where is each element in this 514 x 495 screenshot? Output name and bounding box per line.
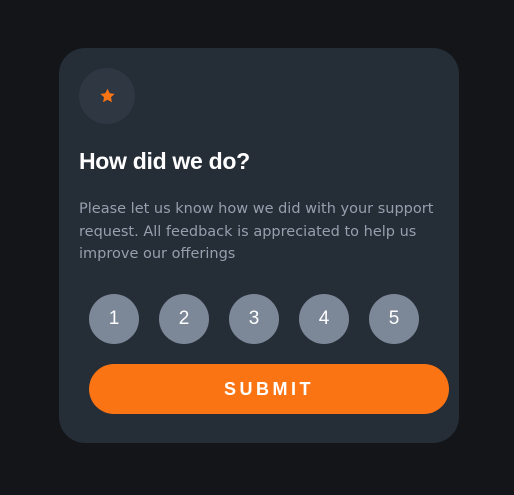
rating-button-3[interactable]: 3	[229, 294, 279, 344]
star-badge	[79, 68, 135, 124]
rating-button-1[interactable]: 1	[89, 294, 139, 344]
rating-button-2[interactable]: 2	[159, 294, 209, 344]
rating-options: 1 2 3 4 5	[89, 294, 419, 344]
star-icon	[99, 88, 115, 103]
rating-card: How did we do? Please let us know how we…	[59, 48, 459, 443]
card-title: How did we do?	[79, 148, 250, 174]
submit-button[interactable]: SUBMIT	[89, 364, 449, 414]
card-description: Please let us know how we did with your …	[79, 201, 434, 262]
rating-button-4[interactable]: 4	[299, 294, 349, 344]
rating-button-5[interactable]: 5	[369, 294, 419, 344]
